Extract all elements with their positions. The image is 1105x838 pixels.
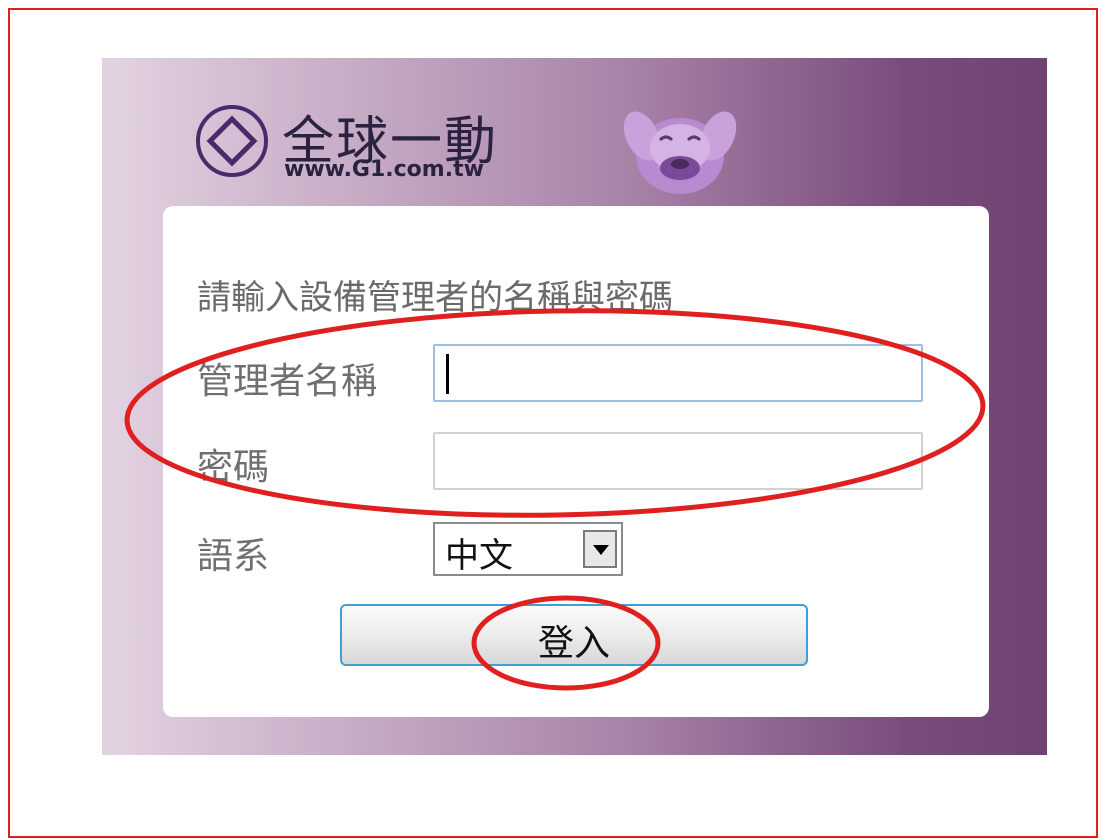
language-select[interactable]: 中文 <box>433 522 623 576</box>
language-select-value: 中文 <box>445 536 513 576</box>
language-label: 語系 <box>197 536 270 577</box>
instruction-text: 請輸入設備管理者的名稱與密碼 <box>197 278 673 318</box>
g1-logo-icon <box>196 105 268 177</box>
password-input[interactable] <box>433 432 923 490</box>
brand-url: www.G1.com.tw <box>284 157 484 182</box>
login-button[interactable]: 登入 <box>340 604 808 666</box>
password-label: 密碼 <box>197 447 270 488</box>
login-button-label: 登入 <box>537 623 610 664</box>
text-cursor <box>446 354 449 394</box>
brand-logo: 全球一動 www.G1.com.tw <box>196 105 576 195</box>
chevron-down-icon[interactable] <box>583 530 617 568</box>
username-label: 管理者名稱 <box>197 361 378 402</box>
dog-mascot-icon <box>623 111 737 194</box>
username-input[interactable] <box>433 344 923 402</box>
